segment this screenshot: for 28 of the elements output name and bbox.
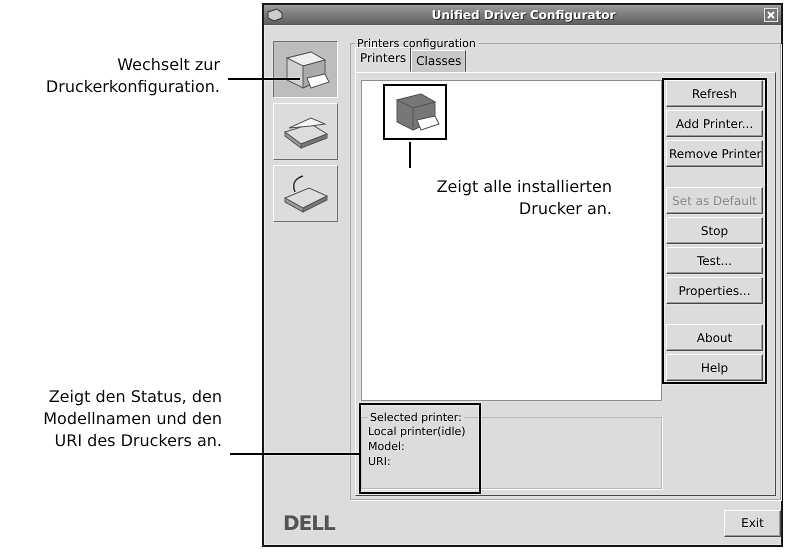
printer-info-text: Model: (368, 439, 406, 454)
action-button[interactable]: Stop (666, 217, 763, 244)
callout-text: Zeigt den Status, den Modellnamen und den URI des Druckers an. (42, 386, 222, 452)
action-button[interactable]: Test... (666, 247, 763, 274)
window-title: Unified Driver Configurator (430, 8, 616, 22)
close-icon (767, 11, 775, 19)
action-button[interactable]: Refresh (666, 80, 763, 107)
action-button[interactable]: Properties... (666, 277, 763, 304)
leader-line (409, 142, 411, 168)
callout-text: Wechselt zur Druckerkonfiguration. (44, 54, 220, 98)
tab[interactable]: Printers (355, 47, 412, 72)
sidebar-button[interactable] (273, 41, 338, 98)
action-button[interactable]: Remove Printer (666, 140, 763, 167)
callout-text: Zeigt alle installierten Drucker an. (436, 176, 612, 220)
action-button[interactable]: Add Printer... (666, 110, 763, 137)
action-button[interactable]: About (666, 324, 763, 351)
printer-info-text: Local printer(idle) (368, 424, 467, 440)
exit-button[interactable]: Exit (724, 510, 781, 536)
group-title: Printers configuration (356, 37, 477, 50)
action-button[interactable]: Help (666, 354, 763, 381)
close-button[interactable] (764, 8, 778, 22)
app-icon (267, 8, 283, 22)
printer-info-text: URI: (368, 454, 392, 470)
highlight-frame (383, 84, 447, 140)
leader-line (228, 78, 300, 80)
group-title: Selected printer: (369, 411, 463, 424)
tab[interactable]: Classes (411, 50, 466, 72)
logo: DELL (283, 511, 335, 535)
